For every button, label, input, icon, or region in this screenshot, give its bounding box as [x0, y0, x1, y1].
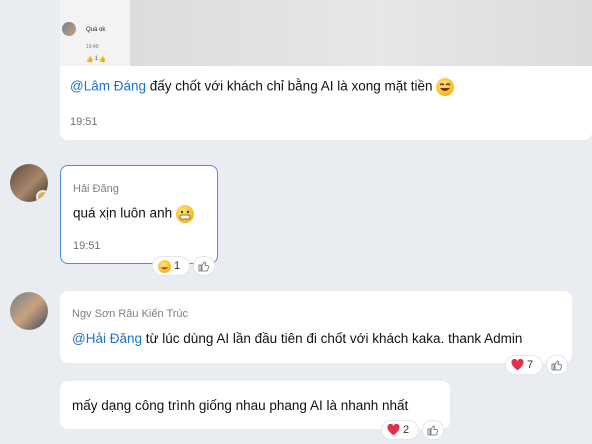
message-text: @Hải Đăng từ lúc dùng AI lần đầu tiên đi… — [72, 331, 522, 346]
thumbs-up-icon: 👍 — [98, 56, 107, 63]
message-body: mấy dạng công trình giống nhau phang AI … — [72, 398, 409, 413]
like-button[interactable] — [194, 257, 214, 275]
message-text: @Lâm Đáng đấy chốt với khách chỉ bằng AI… — [70, 78, 455, 96]
message-body: từ lúc dùng AI lần đầu tiên đi chốt với … — [142, 331, 523, 346]
message-bubble-2[interactable]: Hải Đăng quá xịn luôn anh 19:51 — [60, 165, 218, 264]
laughing-emoji-icon — [436, 78, 455, 96]
reaction-pill[interactable]: 7 — [506, 356, 542, 374]
message-body: đấy chốt với khách chỉ bằng AI là xong m… — [146, 78, 433, 94]
mention-link[interactable]: @Hải Đăng — [72, 331, 142, 346]
reaction-count: 2 — [403, 424, 410, 436]
heart-icon — [387, 424, 400, 436]
quote-reactions: 👍 1 👍 — [86, 54, 106, 64]
like-button[interactable] — [423, 421, 443, 439]
sender-name[interactable]: Hải Đăng — [73, 183, 119, 195]
badge-icon — [36, 190, 48, 202]
quote-card: Quá ok 19:49 👍 1 👍 — [60, 0, 130, 66]
reaction-pill[interactable]: 1 — [153, 257, 189, 275]
message-bubble-3[interactable]: Ngv Sơn Râu Kiến Trúc @Hải Đăng từ lúc d… — [60, 291, 572, 363]
like-button[interactable] — [547, 356, 567, 374]
laughing-emoji-icon — [158, 259, 171, 273]
reaction-count: 1 — [174, 260, 181, 272]
message-time: 19:51 — [70, 116, 98, 128]
quoted-image-preview[interactable]: Quá ok 19:49 👍 1 👍 — [60, 0, 592, 66]
sender-name[interactable]: Ngv Sơn Râu Kiến Trúc — [72, 308, 188, 320]
grinning-emoji-icon — [175, 205, 194, 223]
quote-time: 19:49 — [86, 44, 99, 50]
quote-text: Quá ok — [86, 27, 106, 33]
message-text: quá xịn luôn anh — [73, 205, 194, 223]
thumbs-up-icon — [427, 425, 438, 436]
message-time: 19:51 — [73, 240, 101, 252]
message-body: quá xịn luôn anh — [73, 205, 173, 221]
reaction-count: 7 — [527, 359, 534, 371]
quote-react-count: 1 — [94, 56, 98, 62]
reaction-pill[interactable]: 2 — [382, 421, 418, 439]
thumbs-up-icon — [551, 360, 562, 371]
quote-avatar — [62, 22, 76, 36]
message-bubble-1[interactable]: Quá ok 19:49 👍 1 👍 @Lâm Đáng đấy chốt vớ… — [60, 0, 592, 140]
thumbs-up-icon: 👍 — [86, 56, 94, 63]
mention-link[interactable]: @Lâm Đáng — [70, 79, 146, 94]
thumbs-up-icon — [198, 261, 209, 272]
avatar-ngv-son[interactable] — [10, 292, 48, 330]
heart-icon — [511, 359, 524, 371]
avatar-hai-dang[interactable] — [10, 164, 48, 202]
message-text: mấy dạng công trình giống nhau phang AI … — [72, 398, 408, 413]
